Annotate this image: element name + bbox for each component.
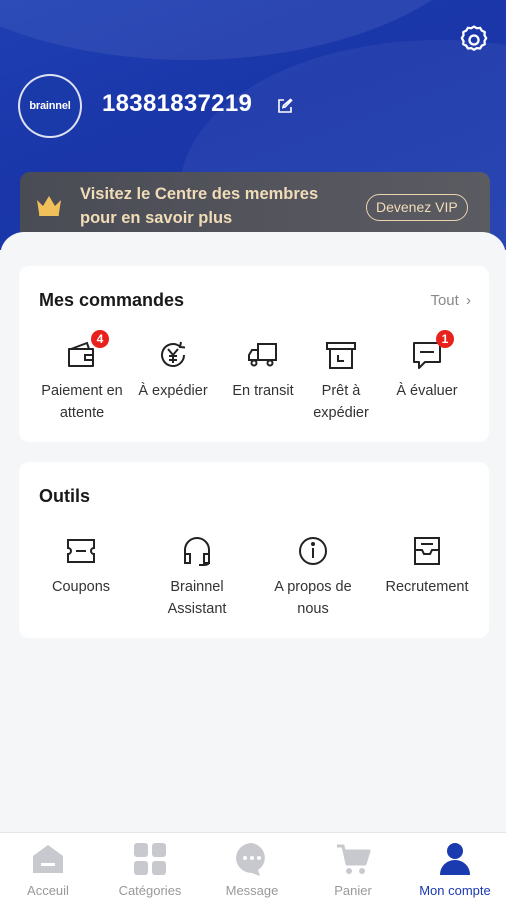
tool-label: A propos de nous: [274, 579, 352, 617]
tool-label: Brainnel Assistant: [167, 579, 227, 617]
tab-my-account[interactable]: Mon compte: [405, 841, 505, 898]
tab-home[interactable]: Acceuil: [0, 841, 98, 898]
vip-banner-line1: Visitez le Centre des membres: [80, 185, 319, 203]
coupon-icon: [64, 534, 98, 568]
settings-gear-icon[interactable]: [456, 22, 492, 58]
tools-title: Outils: [39, 486, 91, 506]
home-icon: [30, 841, 66, 877]
tab-message[interactable]: Message: [202, 841, 302, 898]
order-status-pending-payment[interactable]: 4 Paiement en attente: [37, 330, 127, 424]
comment-icon: 1: [410, 330, 454, 372]
tab-label: Catégories: [118, 883, 182, 898]
order-status-label: En transit: [232, 383, 294, 399]
edit-icon[interactable]: [276, 97, 294, 115]
tab-cart[interactable]: Panier: [303, 841, 403, 898]
bottom-tab-bar: Acceuil Catégories Message Panier Mon co…: [0, 832, 506, 900]
box-icon: [324, 338, 358, 372]
order-count-badge: 4: [91, 330, 109, 348]
yuan-cycle-icon: [156, 338, 190, 372]
content-top-edge: [0, 232, 506, 262]
vip-banner-text: Visitez le Centre des membres pour en sa…: [80, 182, 350, 230]
avatar-logo-text: brainnel: [29, 100, 71, 112]
grid-icon: [132, 841, 168, 877]
tab-label: Message: [225, 883, 279, 898]
vip-banner-line2: pour en savoir plus: [80, 209, 233, 227]
tab-label: Mon compte: [419, 883, 491, 898]
order-status-label: À expédier: [138, 383, 208, 399]
user-icon: [437, 841, 473, 877]
orders-title: Mes commandes: [39, 290, 185, 310]
order-status-ready-to-ship[interactable]: Prêt à expédier: [295, 338, 387, 424]
view-all-label: Tout: [430, 292, 459, 309]
crown-icon: [34, 192, 64, 218]
truck-icon: [246, 338, 280, 372]
tool-coupons[interactable]: Coupons: [35, 534, 127, 598]
order-status-to-review[interactable]: 1 À évaluer: [381, 330, 473, 402]
order-status-label: À évaluer: [396, 383, 458, 399]
tab-label: Panier: [334, 883, 372, 898]
chevron-right-icon: ›: [466, 292, 471, 309]
tool-recruitment[interactable]: Recrutement: [375, 534, 479, 598]
tool-label: Recrutement: [385, 579, 469, 595]
avatar[interactable]: brainnel: [18, 74, 82, 138]
user-phone-number: 18381837219: [102, 90, 253, 117]
tools-card: Outils Coupons Brainnel Assistant A prop…: [19, 462, 489, 638]
info-icon: [296, 534, 330, 568]
order-status-to-ship[interactable]: À expédier: [125, 338, 221, 402]
order-status-label: Paiement en attente: [41, 383, 123, 421]
headset-icon: [180, 534, 214, 568]
tool-label: Coupons: [51, 579, 111, 595]
become-vip-button[interactable]: Devenez VIP: [366, 194, 468, 221]
order-count-badge: 1: [436, 330, 454, 348]
view-all-orders-link[interactable]: Tout ›: [430, 292, 471, 309]
tab-label: Acceuil: [27, 883, 69, 898]
tool-brainnel-assistant[interactable]: Brainnel Assistant: [147, 534, 247, 620]
inbox-icon: [410, 534, 444, 568]
tab-categories[interactable]: Catégories: [100, 841, 200, 898]
order-status-label: Prêt à expédier: [313, 383, 369, 421]
cart-icon: [335, 841, 371, 877]
chat-icon: [234, 841, 270, 877]
tool-about-us[interactable]: A propos de nous: [263, 534, 363, 620]
orders-card: Mes commandes Tout › 4 Paiement en atten…: [19, 266, 489, 442]
wallet-icon: 4: [65, 330, 109, 372]
